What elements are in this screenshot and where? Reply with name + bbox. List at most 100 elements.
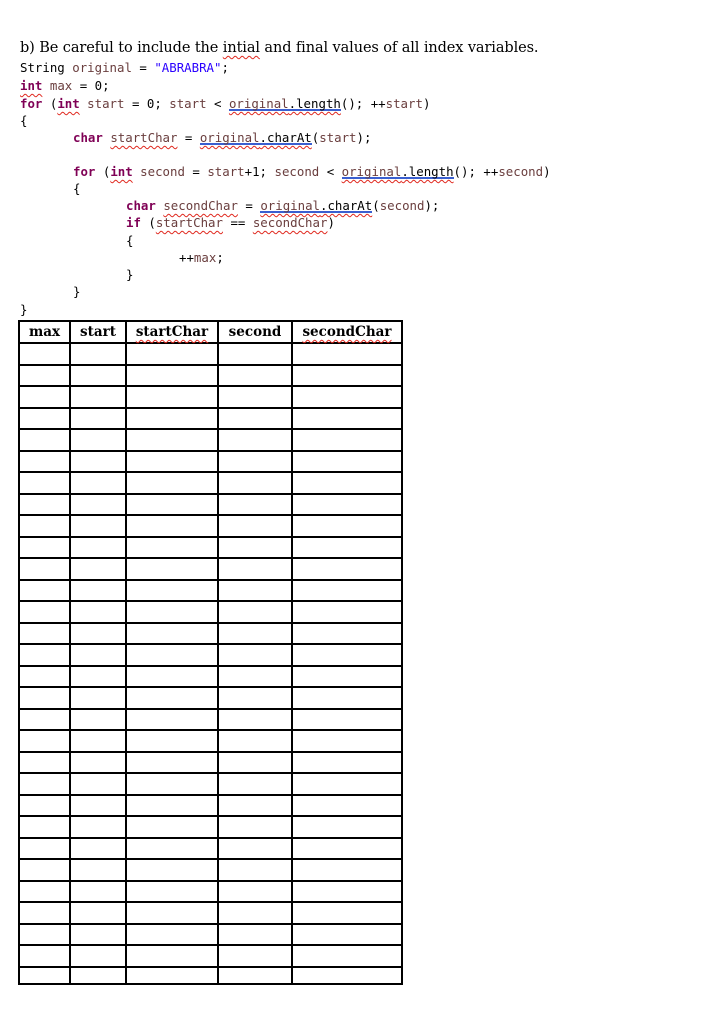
cell-max[interactable] xyxy=(18,965,71,985)
cell-max[interactable] xyxy=(18,858,71,882)
cell-startchar[interactable] xyxy=(125,428,219,452)
cell-second[interactable] xyxy=(217,836,293,860)
cell-start[interactable] xyxy=(69,600,127,624)
cell-start[interactable] xyxy=(69,492,127,516)
cell-start[interactable] xyxy=(69,514,127,538)
cell-max[interactable] xyxy=(18,428,71,452)
cell-max[interactable] xyxy=(18,815,71,839)
cell-max[interactable] xyxy=(18,750,71,774)
cell-startchar[interactable] xyxy=(125,514,219,538)
cell-second[interactable] xyxy=(217,707,293,731)
cell-second[interactable] xyxy=(217,428,293,452)
cell-max[interactable] xyxy=(18,836,71,860)
cell-second[interactable] xyxy=(217,858,293,882)
cell-second[interactable] xyxy=(217,664,293,688)
cell-start[interactable] xyxy=(69,879,127,903)
cell-second[interactable] xyxy=(217,406,293,430)
cell-max[interactable] xyxy=(18,772,71,796)
cell-startchar[interactable] xyxy=(125,858,219,882)
cell-second[interactable] xyxy=(217,643,293,667)
cell-startchar[interactable] xyxy=(125,406,219,430)
cell-second[interactable] xyxy=(217,363,293,387)
cell-secondchar[interactable] xyxy=(291,944,403,968)
cell-max[interactable] xyxy=(18,492,71,516)
cell-max[interactable] xyxy=(18,535,71,559)
cell-startchar[interactable] xyxy=(125,643,219,667)
cell-start[interactable] xyxy=(69,557,127,581)
cell-second[interactable] xyxy=(217,686,293,710)
cell-secondchar[interactable] xyxy=(291,363,403,387)
cell-second[interactable] xyxy=(217,342,293,366)
cell-secondchar[interactable] xyxy=(291,901,403,925)
cell-startchar[interactable] xyxy=(125,535,219,559)
cell-start[interactable] xyxy=(69,944,127,968)
cell-start[interactable] xyxy=(69,342,127,366)
cell-max[interactable] xyxy=(18,342,71,366)
cell-secondchar[interactable] xyxy=(291,471,403,495)
cell-startchar[interactable] xyxy=(125,342,219,366)
cell-secondchar[interactable] xyxy=(291,815,403,839)
cell-startchar[interactable] xyxy=(125,471,219,495)
cell-start[interactable] xyxy=(69,643,127,667)
cell-max[interactable] xyxy=(18,944,71,968)
cell-second[interactable] xyxy=(217,815,293,839)
cell-max[interactable] xyxy=(18,449,71,473)
cell-second[interactable] xyxy=(217,535,293,559)
cell-startchar[interactable] xyxy=(125,600,219,624)
cell-second[interactable] xyxy=(217,879,293,903)
cell-startchar[interactable] xyxy=(125,750,219,774)
cell-secondchar[interactable] xyxy=(291,965,403,985)
cell-startchar[interactable] xyxy=(125,772,219,796)
cell-max[interactable] xyxy=(18,901,71,925)
cell-secondchar[interactable] xyxy=(291,578,403,602)
cell-secondchar[interactable] xyxy=(291,600,403,624)
cell-max[interactable] xyxy=(18,729,71,753)
cell-startchar[interactable] xyxy=(125,557,219,581)
cell-startchar[interactable] xyxy=(125,793,219,817)
cell-max[interactable] xyxy=(18,406,71,430)
cell-secondchar[interactable] xyxy=(291,557,403,581)
cell-max[interactable] xyxy=(18,879,71,903)
cell-start[interactable] xyxy=(69,428,127,452)
cell-second[interactable] xyxy=(217,729,293,753)
cell-startchar[interactable] xyxy=(125,922,219,946)
cell-second[interactable] xyxy=(217,772,293,796)
cell-max[interactable] xyxy=(18,664,71,688)
cell-start[interactable] xyxy=(69,621,127,645)
cell-max[interactable] xyxy=(18,471,71,495)
cell-second[interactable] xyxy=(217,965,293,985)
cell-secondchar[interactable] xyxy=(291,750,403,774)
cell-startchar[interactable] xyxy=(125,729,219,753)
cell-secondchar[interactable] xyxy=(291,664,403,688)
cell-secondchar[interactable] xyxy=(291,686,403,710)
cell-startchar[interactable] xyxy=(125,621,219,645)
cell-startchar[interactable] xyxy=(125,944,219,968)
cell-secondchar[interactable] xyxy=(291,707,403,731)
cell-second[interactable] xyxy=(217,514,293,538)
cell-second[interactable] xyxy=(217,449,293,473)
cell-startchar[interactable] xyxy=(125,901,219,925)
cell-second[interactable] xyxy=(217,471,293,495)
cell-second[interactable] xyxy=(217,944,293,968)
cell-startchar[interactable] xyxy=(125,965,219,985)
cell-secondchar[interactable] xyxy=(291,428,403,452)
cell-second[interactable] xyxy=(217,578,293,602)
cell-second[interactable] xyxy=(217,922,293,946)
cell-startchar[interactable] xyxy=(125,449,219,473)
cell-start[interactable] xyxy=(69,901,127,925)
cell-max[interactable] xyxy=(18,643,71,667)
cell-max[interactable] xyxy=(18,707,71,731)
cell-start[interactable] xyxy=(69,729,127,753)
cell-startchar[interactable] xyxy=(125,686,219,710)
cell-start[interactable] xyxy=(69,815,127,839)
cell-secondchar[interactable] xyxy=(291,385,403,409)
cell-second[interactable] xyxy=(217,901,293,925)
cell-startchar[interactable] xyxy=(125,492,219,516)
cell-max[interactable] xyxy=(18,514,71,538)
cell-start[interactable] xyxy=(69,363,127,387)
cell-start[interactable] xyxy=(69,535,127,559)
cell-startchar[interactable] xyxy=(125,664,219,688)
cell-max[interactable] xyxy=(18,363,71,387)
cell-secondchar[interactable] xyxy=(291,643,403,667)
cell-secondchar[interactable] xyxy=(291,858,403,882)
